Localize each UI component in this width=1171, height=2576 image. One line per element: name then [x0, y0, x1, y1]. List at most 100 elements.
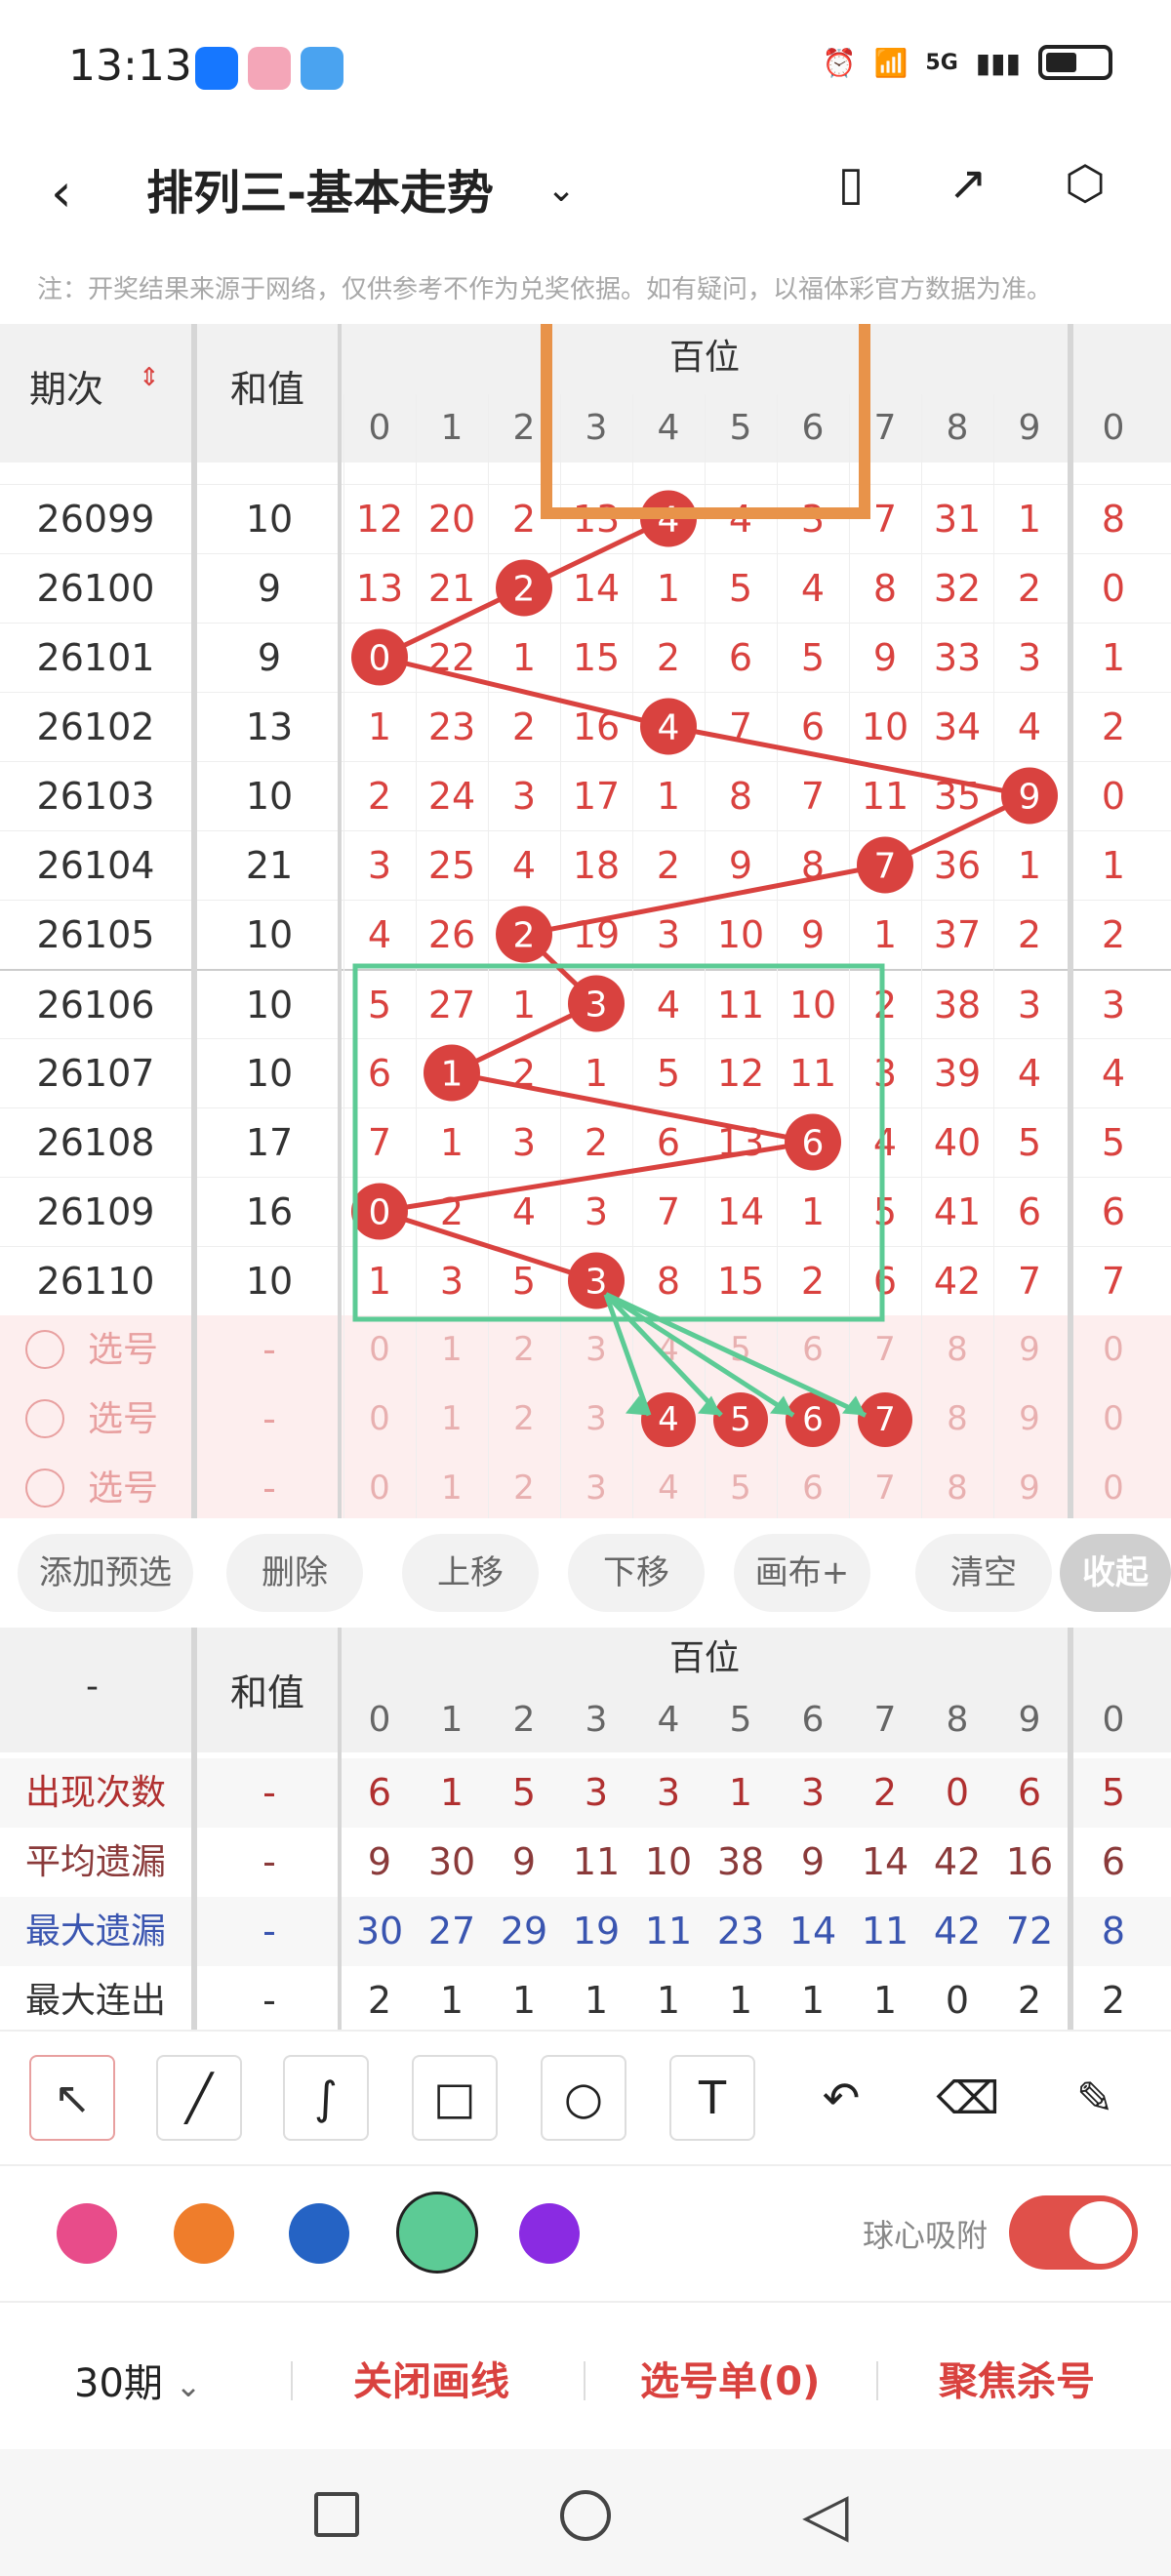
miss-cell: 4 — [656, 498, 681, 541]
miss-cell: 38 — [933, 984, 982, 1026]
select-digit[interactable]: 2 — [488, 1315, 560, 1385]
select-digit[interactable]: 9 — [993, 1385, 1066, 1454]
select-digit[interactable]: 1 — [416, 1385, 488, 1454]
sort-icon[interactable]: ⇕ — [139, 363, 160, 392]
miss-cell: 4 — [800, 567, 826, 610]
color-swatch[interactable] — [289, 2203, 349, 2264]
action-button[interactable]: 画布+ — [734, 1534, 870, 1612]
select-digit[interactable]: 3 — [560, 1385, 632, 1454]
select-digit[interactable]: 0 — [1077, 1315, 1150, 1385]
miss-cell: 0 — [1101, 567, 1126, 610]
picked-ball[interactable]: 4 — [641, 1392, 696, 1447]
select-digit[interactable]: 0 — [1077, 1454, 1150, 1518]
miss-cell: 23 — [427, 705, 476, 748]
miss-cell: 1 — [439, 1121, 464, 1164]
miss-cell: 21 — [427, 567, 476, 610]
select-digit[interactable]: 9 — [993, 1315, 1066, 1385]
freehand-icon[interactable]: ∫ — [283, 2055, 369, 2141]
select-digit[interactable]: 1 — [416, 1454, 488, 1518]
miss-cell: 8 — [728, 775, 753, 818]
stats-cell: 10 — [644, 1840, 693, 1883]
miss-cell: 1 — [511, 636, 537, 679]
color-swatch[interactable] — [396, 2192, 478, 2274]
color-swatch[interactable] — [174, 2203, 234, 2264]
radio-circle-icon[interactable] — [25, 1469, 64, 1508]
select-digit[interactable]: 2 — [488, 1385, 560, 1454]
select-label[interactable]: 选号 — [88, 1385, 158, 1454]
stats-cell: 3 — [584, 1771, 609, 1814]
miss-cell: 7 — [367, 1121, 392, 1164]
select-digit[interactable]: 0 — [343, 1454, 416, 1518]
miss-cell: 6 — [800, 705, 826, 748]
circle-icon[interactable]: ○ — [541, 2055, 626, 2141]
select-digit[interactable]: 0 — [343, 1385, 416, 1454]
select-digit[interactable]: 7 — [849, 1454, 921, 1518]
text-icon[interactable]: T — [669, 2055, 755, 2141]
picked-ball[interactable]: 6 — [786, 1392, 840, 1447]
stats-cell: 2 — [367, 1979, 392, 2022]
digit-header: 8 — [946, 1700, 969, 1740]
color-swatch[interactable] — [57, 2203, 117, 2264]
select-digit[interactable]: 6 — [777, 1315, 849, 1385]
period-select[interactable]: 30期 ⌄ — [74, 2352, 201, 2408]
select-digit[interactable]: 7 — [849, 1315, 921, 1385]
select-arrow-icon[interactable]: ↖ — [29, 2055, 115, 2141]
select-digit[interactable]: 3 — [560, 1454, 632, 1518]
select-digit[interactable]: 5 — [705, 1454, 777, 1518]
action-button[interactable]: 清空 — [915, 1534, 1052, 1612]
select-digit[interactable]: 8 — [921, 1454, 993, 1518]
action-button[interactable]: 添加预选 — [18, 1534, 193, 1612]
action-button[interactable]: 删除 — [226, 1534, 363, 1612]
miss-cell: 4 — [656, 984, 681, 1026]
home-icon[interactable] — [560, 2490, 611, 2541]
undo-icon[interactable]: ↶ — [798, 2055, 884, 2141]
radio-circle-icon[interactable] — [25, 1330, 64, 1369]
select-digit[interactable]: 4 — [632, 1315, 705, 1385]
line-icon[interactable]: ╱ — [156, 2055, 242, 2141]
miss-cell: 1 — [1017, 498, 1042, 541]
snap-toggle[interactable] — [1009, 2195, 1138, 2270]
select-digit[interactable]: 2 — [488, 1454, 560, 1518]
select-digit[interactable]: 0 — [343, 1315, 416, 1385]
back-icon[interactable]: ◁ — [802, 2478, 849, 2550]
recents-icon[interactable] — [314, 2492, 359, 2537]
select-digit[interactable]: 6 — [777, 1454, 849, 1518]
select-digit[interactable]: 8 — [921, 1385, 993, 1454]
select-digit[interactable]: 1 — [416, 1315, 488, 1385]
picked-ball[interactable]: 5 — [713, 1392, 768, 1447]
phone-orientation-icon[interactable]: ▯ — [822, 154, 880, 213]
back-arrow-icon[interactable]: ‹ — [51, 162, 72, 223]
select-digit[interactable]: 9 — [993, 1454, 1066, 1518]
settings-icon[interactable]: ⬡ — [1056, 154, 1114, 213]
action-button[interactable]: 收起 — [1060, 1534, 1171, 1612]
close-lines-button[interactable]: 关闭画线 — [353, 2350, 509, 2406]
digit-header: 9 — [1018, 408, 1041, 448]
clear-brush-icon[interactable]: ✎ — [1052, 2055, 1138, 2141]
col-period-header[interactable]: 期次 — [29, 359, 103, 413]
picked-ball[interactable]: 7 — [858, 1392, 912, 1447]
rectangle-icon[interactable]: □ — [412, 2055, 498, 2141]
focus-kill-button[interactable]: 聚焦杀号 — [939, 2350, 1095, 2406]
color-swatch[interactable] — [519, 2203, 580, 2264]
share-icon[interactable]: ↗ — [939, 154, 997, 213]
select-digit[interactable]: 3 — [560, 1315, 632, 1385]
select-label[interactable]: 选号 — [88, 1454, 158, 1518]
select-label[interactable]: 选号 — [88, 1315, 158, 1385]
action-button[interactable]: 上移 — [402, 1534, 539, 1612]
stats-cell: 1 — [800, 1979, 826, 2022]
radio-circle-icon[interactable] — [25, 1399, 64, 1438]
select-digit[interactable]: 4 — [632, 1454, 705, 1518]
digit-header: 7 — [873, 1700, 897, 1740]
miss-cell: 31 — [933, 498, 982, 541]
eraser-icon[interactable]: ⌫ — [925, 2055, 1011, 2141]
pick-list-button[interactable]: 选号单(0) — [640, 2350, 820, 2406]
select-digit[interactable]: 0 — [1077, 1385, 1150, 1454]
chevron-down-icon[interactable]: ⌄ — [546, 170, 576, 210]
miss-cell: 19 — [572, 913, 621, 956]
action-button[interactable]: 下移 — [568, 1534, 705, 1612]
miss-cell: 3 — [511, 775, 537, 818]
select-digit[interactable]: 5 — [705, 1315, 777, 1385]
miss-cell: 1 — [367, 1260, 392, 1303]
select-digit[interactable]: 8 — [921, 1315, 993, 1385]
digit-header: 8 — [946, 408, 969, 448]
